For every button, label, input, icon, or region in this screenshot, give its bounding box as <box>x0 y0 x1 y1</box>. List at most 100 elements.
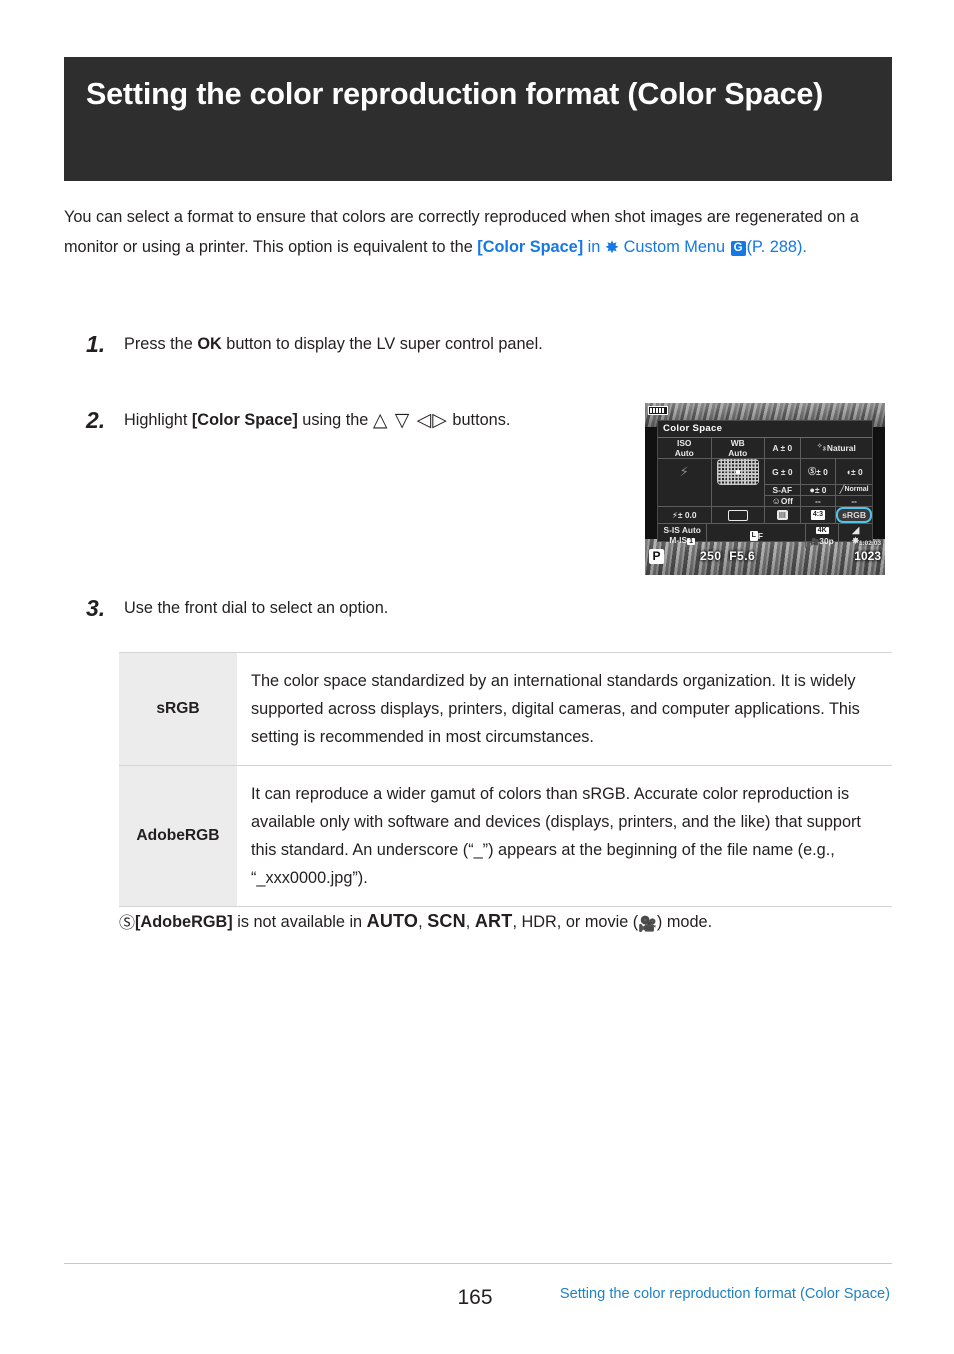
footer-section-link[interactable]: Setting the color reproduction format (C… <box>470 1284 890 1305</box>
color-space-option-label: [Color Space] <box>191 411 298 429</box>
saturation-value: ± 0 <box>814 485 827 495</box>
note-sep-2: , <box>465 913 475 931</box>
scp-cell-is-mode[interactable]: S-IS Auto M-IS 1 <box>658 524 708 548</box>
is-mode-value: S-IS Auto <box>663 525 701 535</box>
step-2-post: buttons. <box>447 411 511 429</box>
exposure-readout: 250 F5.6 <box>700 549 755 563</box>
note-line: Ⓢ[AdobeRGB] is not available in AUTO, SC… <box>119 908 899 938</box>
note-text-3: ) mode. <box>656 913 713 931</box>
step-1-text: Press the OK button to display the LV su… <box>124 331 646 357</box>
scp-cell-wb[interactable]: WB Auto <box>711 438 765 459</box>
scp-cell-image-quality[interactable]: LF <box>707 524 807 548</box>
scp-cell-af-mode[interactable]: S-AF <box>765 485 801 496</box>
scp-cell-face-priority[interactable]: ☺ Off <box>765 496 801 507</box>
picture-mode-value: Natural <box>826 443 856 453</box>
custom-menu-link[interactable]: Custom Menu <box>619 238 729 256</box>
scp-cell-dash-2[interactable]: -- <box>836 496 872 507</box>
frames-remaining: 1023 <box>854 549 881 563</box>
info-icon: Ⓢ <box>119 915 136 932</box>
mode-auto-label: AUTO <box>366 911 419 931</box>
mode-art-label: ART <box>474 911 513 931</box>
note-option-name: [AdobeRGB] <box>135 913 233 931</box>
scp-cell-aspect[interactable]: 4:3 <box>800 507 837 524</box>
gradation-value: Normal <box>844 486 869 493</box>
step-2-pre: Highlight <box>124 411 192 429</box>
shutter-speed: 250 <box>700 549 722 563</box>
scp-cell-contrast[interactable]: ◖ ± 0 <box>836 459 872 485</box>
scp-cell-spacer-a <box>658 485 712 496</box>
option-description-adobergb: It can reproduce a wider gamut of colors… <box>237 765 892 907</box>
quality-value: F <box>757 531 763 541</box>
intro-period: . <box>802 238 807 256</box>
step-3-number: 3. <box>86 595 106 621</box>
color-space-selected-value: sRGB <box>836 507 873 523</box>
step-1-number: 1. <box>86 331 106 357</box>
step-1-post: button to display the LV super control p… <box>221 335 543 353</box>
mode-scn-label: SCN <box>427 911 466 931</box>
step-2-text: Highlight [Color Space] using the △ ▽ ◁▷… <box>124 407 646 434</box>
scp-cell-wb-a-shift[interactable]: A ± 0 <box>765 438 801 459</box>
m-is-value: 1 <box>687 538 695 545</box>
flash-icon: ⚡ <box>679 464 689 479</box>
color-space-link[interactable]: [Color Space] <box>477 238 583 256</box>
scp-cell-wb-g-shift[interactable]: G ± 0 <box>765 459 801 485</box>
step-3: 3. Use the front dial to select an optio… <box>86 595 646 621</box>
scp-cell-spacer-c <box>658 496 712 507</box>
scp-cell-color-space[interactable]: sRGB <box>836 507 873 524</box>
scp-cell-sharpness[interactable]: Ⓢ ± 0 <box>800 459 837 485</box>
iso-label: ISO <box>677 438 692 448</box>
super-control-panel: Color Space ISO Auto WB Auto A ± 0 ✧3 Natur… <box>657 420 873 548</box>
scp-cell-metering[interactable]: ▤ <box>765 507 801 524</box>
sharpness-icon: Ⓢ <box>808 466 817 476</box>
scp-cell-gradation[interactable]: ╱ Normal <box>836 485 872 496</box>
metering-icon: ▤ <box>776 510 788 520</box>
sharpness-value: ± 0 <box>816 466 828 477</box>
wb-value: Auto <box>728 448 748 458</box>
shooting-mode-indicator: P <box>649 549 664 564</box>
intro-paragraph: You can select a format to ensure that c… <box>64 202 870 262</box>
movie-camera-icon: 🎥 <box>638 916 657 933</box>
face-priority-value: Off <box>780 496 793 506</box>
m-is-label: M-IS <box>669 535 688 545</box>
scp-row-1: ISO Auto WB Auto A ± 0 ✧3 Natural <box>658 438 872 459</box>
scp-cell-picture-mode[interactable]: ✧3 Natural <box>800 438 872 459</box>
scp-row-6: S-IS Auto M-IS 1 LF 4K 🎥30p ◢ ✸ <box>658 524 872 548</box>
flash-comp-value: ± 0.0 <box>677 510 697 520</box>
scp-title: Color Space <box>658 421 872 438</box>
af-target-icon <box>716 459 759 485</box>
scp-row-5: ⚡ ± 0.0 ▤ 4:3 sRGB <box>658 507 873 524</box>
quality-size-icon: L <box>749 531 758 541</box>
step-2: 2. Highlight [Color Space] using the △ ▽… <box>86 407 646 434</box>
scp-row-2: ⚡ G ± 0 Ⓢ ± 0 ◖ ± 0 <box>658 459 872 485</box>
scp-cell-flash-comp[interactable]: ⚡ ± 0.0 <box>658 507 712 524</box>
scp-cell-drive-mode[interactable] <box>711 507 765 524</box>
face-icon: ☺ <box>771 496 781 506</box>
table-row: AdobeRGB It can reproduce a wider gamut … <box>119 765 892 907</box>
page-title-banner: Setting the color reproduction format (C… <box>64 57 892 181</box>
note-text-1: is not available in <box>232 913 367 931</box>
option-name-srgb: sRGB <box>119 652 237 766</box>
aspect-ratio-value: 4:3 <box>810 510 826 520</box>
scp-cell-dash-1[interactable]: -- <box>800 496 837 507</box>
scp-cell-saturation[interactable]: ● ± 0 <box>800 485 837 496</box>
page-title: Setting the color reproduction format (C… <box>86 77 824 111</box>
wb-label: WB <box>730 438 745 448</box>
recording-time: 1:02:03 <box>858 540 881 547</box>
picture-mode-icon: ✧3 <box>816 442 826 453</box>
step-2-mid: using the <box>297 411 373 429</box>
page-reference-link[interactable]: (P. 288) <box>747 238 803 256</box>
scp-cell-movie-quality[interactable]: 4K 🎥30p <box>806 524 840 548</box>
step-1: 1. Press the OK button to display the LV… <box>86 331 646 357</box>
movie-fps-value: 30p <box>819 536 834 546</box>
drive-single-icon <box>727 509 748 521</box>
document-page: Setting the color reproduction format (C… <box>0 0 954 1354</box>
battery-icon <box>648 406 668 415</box>
scp-cell-iso[interactable]: ISO Auto <box>658 438 712 459</box>
options-table: sRGB The color space standardized by an … <box>119 652 892 907</box>
movie-camera-icon: 🎥 <box>810 539 820 546</box>
scp-cell-af-area[interactable] <box>712 459 765 485</box>
option-description-srgb: The color space standardized by an inter… <box>237 652 892 766</box>
scp-cell-flash-mode[interactable]: ⚡ <box>658 459 712 485</box>
aperture-value: F5.6 <box>729 549 756 563</box>
note-text-2: , HDR, or movie ( <box>512 913 639 931</box>
